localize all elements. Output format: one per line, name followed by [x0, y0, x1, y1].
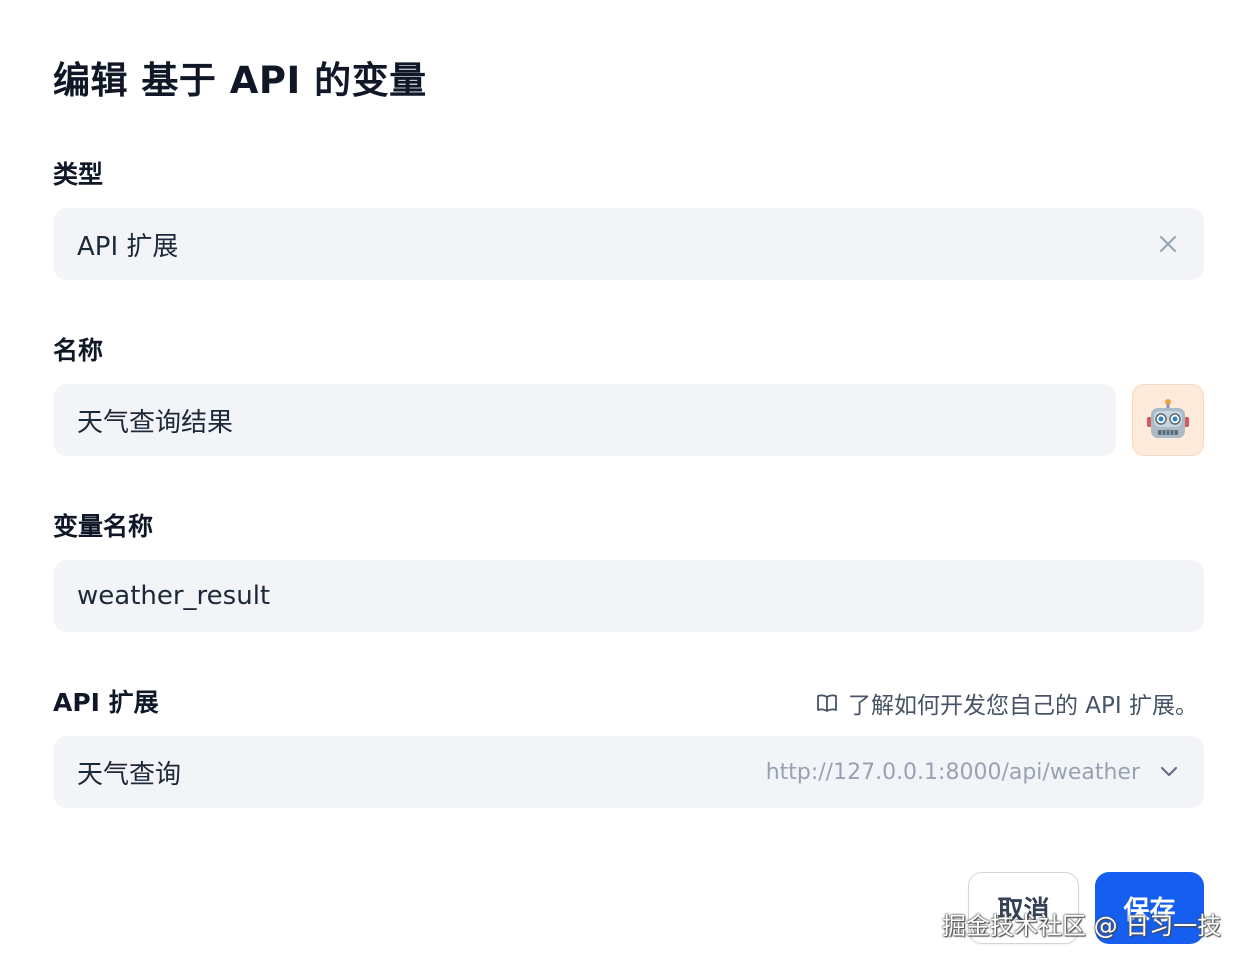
close-icon[interactable] [1156, 232, 1180, 256]
type-select[interactable]: API 扩展 [53, 208, 1204, 280]
watermark: 掘金技术社区 @ 日习一技 [942, 912, 1222, 940]
help-link[interactable]: 了解如何开发您自己的 API 扩展。 [816, 686, 1198, 720]
name-label: 名称 [53, 336, 104, 365]
book-icon [817, 694, 837, 712]
variable-name-label: 变量名称 [53, 512, 154, 541]
api-extension-value: 天气查询 [77, 759, 182, 790]
robot-icon [1147, 399, 1189, 438]
api-endpoint: http://127.0.0.1:8000/api/weather [765, 759, 1140, 785]
help-link-text: 了解如何开发您自己的 API 扩展。 [847, 693, 1198, 719]
chevron-down-icon[interactable] [1158, 761, 1180, 783]
name-input[interactable]: 天气查询结果 [53, 384, 1116, 456]
dialog-title: 编辑 基于 API 的变量 [53, 59, 427, 102]
type-value: API 扩展 [77, 231, 179, 262]
api-extension-select[interactable]: 天气查询 http://127.0.0.1:8000/api/weather [53, 736, 1204, 808]
variable-name-value: weather_result [77, 581, 271, 611]
type-label: 类型 [53, 160, 104, 189]
variable-name-input[interactable]: weather_result [53, 560, 1204, 632]
api-extension-label: API 扩展 [53, 688, 159, 717]
emoji-picker-button[interactable] [1132, 384, 1204, 456]
name-value: 天气查询结果 [77, 407, 234, 438]
